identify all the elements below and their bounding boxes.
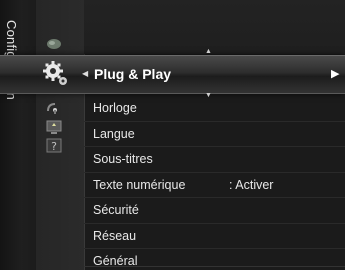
bottom-divider [84,266,345,267]
menu-item-label: Réseau [93,228,137,243]
previous-arrow-icon[interactable]: ◀ [82,69,88,78]
menu-item-securite[interactable]: Sécurité [84,198,345,224]
scroll-up-icon[interactable]: ▲ [205,48,212,55]
category-icon-column: ? [36,0,85,270]
selected-item-label[interactable]: Plug & Play [94,66,171,82]
menu-item-label: Horloge [93,101,137,115]
menu-item-label: Sous-titres [93,152,153,166]
input-icon[interactable] [44,119,64,135]
menu-item-label: Sécurité [93,203,139,217]
menu-item-horloge[interactable]: Horloge [84,96,345,122]
support-icon[interactable]: ? [44,137,64,155]
setup-gear-icon[interactable] [40,58,72,90]
menu-item-sous-titres[interactable]: Sous-titres [84,147,345,173]
menu-item-value: : Activer [229,177,274,192]
menu-item-langue[interactable]: Langue [84,122,345,147]
satellite-dish-icon[interactable] [44,100,64,114]
menu-item-label: Langue [93,126,135,141]
menu-item-texte-numerique[interactable]: Texte numérique : Activer [84,173,345,198]
menu-item-label: Texte numérique [93,177,186,192]
enter-arrow-icon[interactable]: ▶ [331,67,339,80]
svg-text:?: ? [51,140,57,153]
category-label-strip: Configuration [0,0,36,270]
tv-menu-screen: Configuration ? [0,0,345,270]
menu-item-reseau[interactable]: Réseau [84,224,345,249]
settings-menu-list: Horloge Langue Sous-titres Texte numériq… [84,96,345,270]
picture-icon[interactable] [44,36,64,52]
menu-header-area [84,0,345,54]
